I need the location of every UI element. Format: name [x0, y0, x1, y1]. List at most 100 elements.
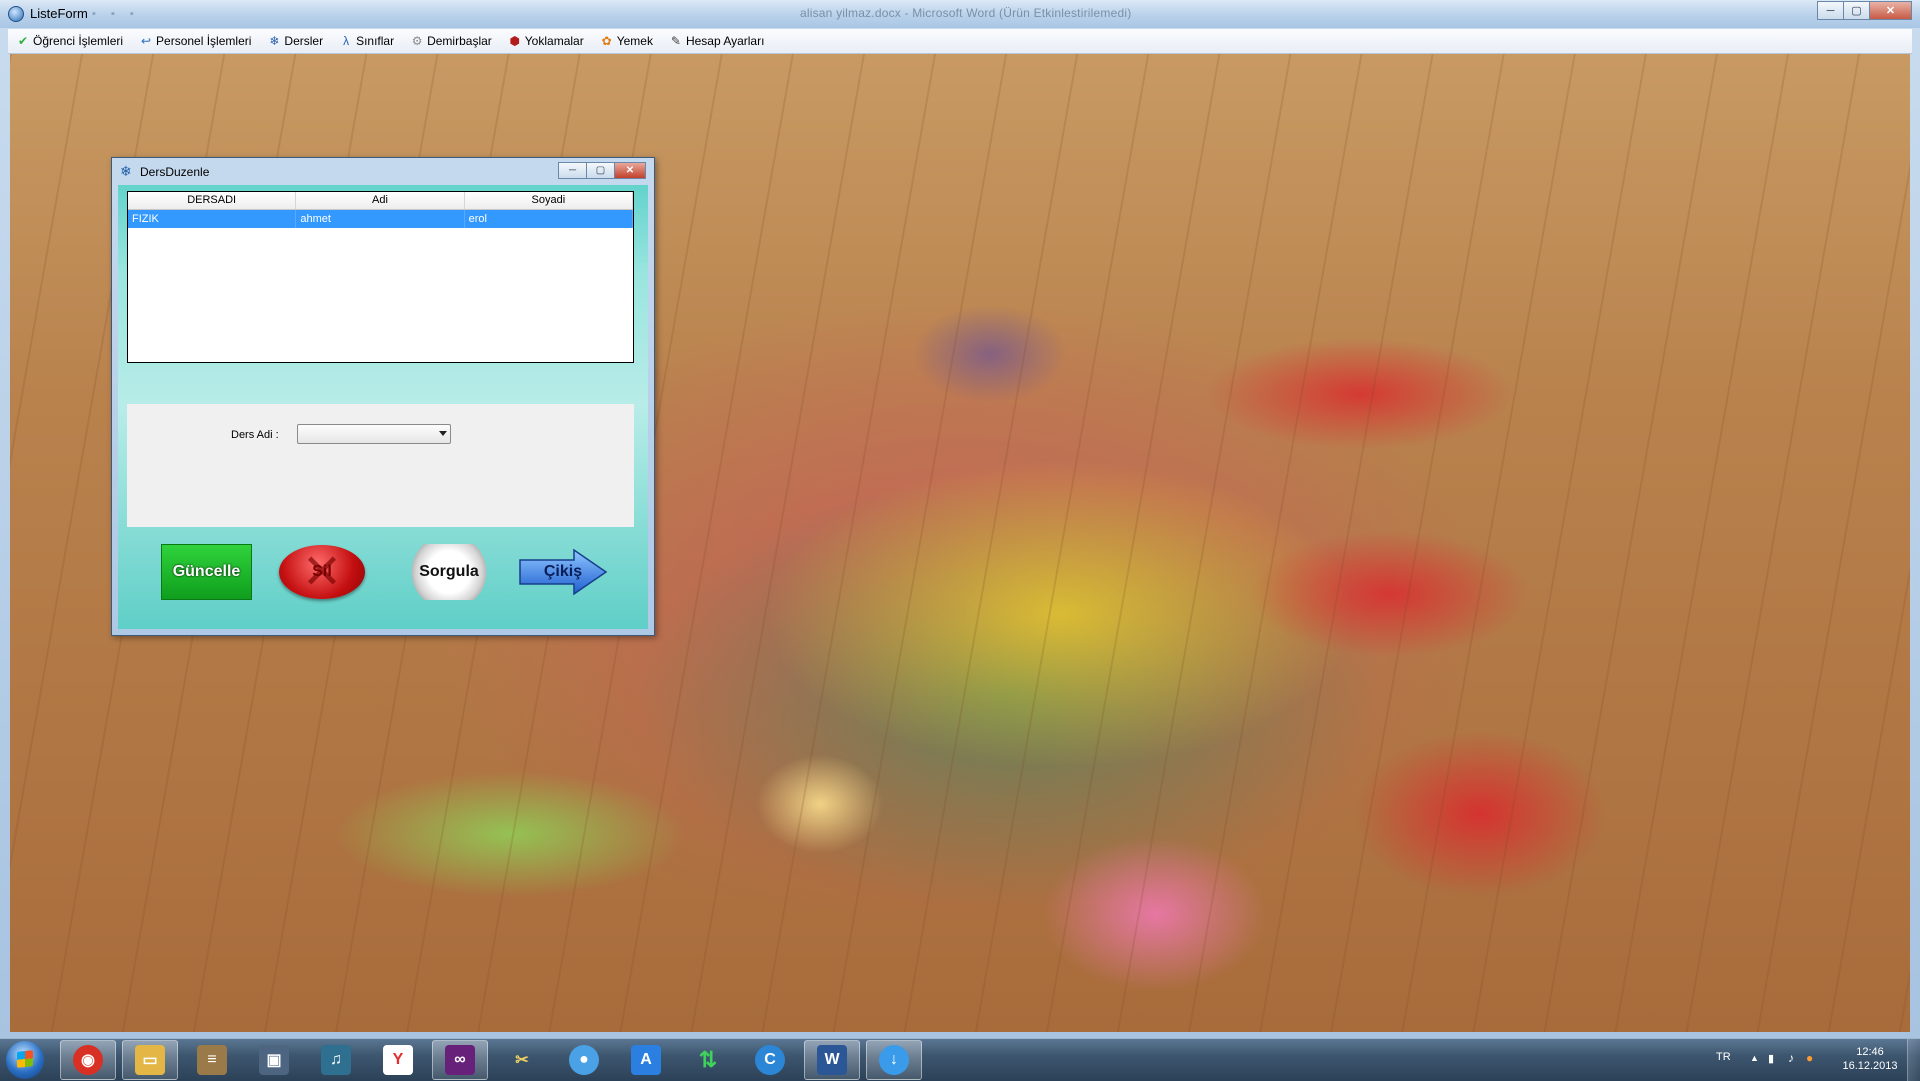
a-icon: A: [631, 1045, 661, 1075]
column-header-adi[interactable]: Adi: [296, 192, 465, 209]
taskbar-media-tool[interactable]: ♫: [308, 1040, 364, 1080]
menu-siniflar[interactable]: λ Sınıflar: [331, 29, 402, 53]
ders-grid[interactable]: DERSADI Adi Soyadi FIZIK ahmet erol: [127, 191, 634, 363]
chat-icon: ●: [569, 1045, 599, 1075]
dialog-close-button[interactable]: ✕: [614, 162, 646, 179]
dialog-controls: ─ ▢ ✕: [558, 162, 646, 179]
volume-icon[interactable]: ♪: [1788, 1051, 1794, 1065]
column-header-soyadi[interactable]: Soyadi: [464, 192, 633, 209]
c-browser-icon: C: [755, 1045, 785, 1075]
menu-label: Demirbaşlar: [427, 34, 492, 48]
menu-hesap-ayarlari[interactable]: ✎ Hesap Ayarları: [661, 29, 773, 53]
table-cell[interactable]: erol: [465, 210, 633, 228]
menu-label: Sınıflar: [356, 34, 395, 48]
taskbar-movie-maker[interactable]: ▣: [246, 1040, 302, 1080]
language-indicator[interactable]: TR: [1716, 1051, 1731, 1063]
ders-adi-select[interactable]: [297, 424, 451, 444]
notepad-icon: ✎: [670, 34, 681, 48]
taskbar-tools[interactable]: ✂: [494, 1040, 550, 1080]
taskbar-chrome[interactable]: ◉: [60, 1040, 116, 1080]
chrome-icon: ◉: [73, 1045, 103, 1075]
lambda-icon: λ: [343, 34, 350, 48]
menu-dersler[interactable]: ❄ Dersler: [259, 29, 331, 53]
grid-header: DERSADI Adi Soyadi: [128, 192, 633, 210]
menu-label: Hesap Ayarları: [685, 34, 765, 48]
menu-demirbaslar[interactable]: ⚙ Demirbaşlar: [402, 29, 500, 53]
folder-icon: ▭: [135, 1045, 165, 1075]
clock[interactable]: 12:46 16.12.2013: [1840, 1045, 1900, 1073]
menu-label: Yemek: [616, 34, 653, 48]
main-window: ListeForm ▪ ▪ ▪ alisan yilmaz.docx - Mic…: [0, 0, 1920, 1038]
menu-label: Personel İşlemleri: [156, 34, 252, 48]
taskbar-word[interactable]: W: [804, 1040, 860, 1080]
word-icon: W: [817, 1045, 847, 1075]
menu-label: Dersler: [284, 34, 324, 48]
sil-label: Sil: [312, 563, 332, 580]
dialog-body: DERSADI Adi Soyadi FIZIK ahmet erol Ders…: [118, 185, 648, 629]
yandex-icon: Y: [383, 1045, 413, 1075]
table-cell[interactable]: FIZIK: [128, 210, 297, 228]
taskbar-download[interactable]: ↓: [866, 1040, 922, 1080]
window-title: ListeForm: [30, 6, 88, 21]
update-icon[interactable]: ●: [1806, 1051, 1813, 1065]
taskbar: ◉ ▭ ≡ ▣ ♫ Y ∞ ✂ ● A ⇅ C W ↓ TR ▲ ▮ ♪ ● 1…: [0, 1038, 1920, 1081]
show-hidden-icons-icon[interactable]: ▲: [1750, 1053, 1759, 1063]
guncelle-button[interactable]: Güncelle: [161, 544, 252, 600]
taskbar-books[interactable]: ≡: [184, 1040, 240, 1080]
snowflake-icon: ❄: [120, 163, 132, 179]
network-icon[interactable]: ▮: [1768, 1052, 1774, 1065]
taskbar-chat[interactable]: ●: [556, 1040, 612, 1080]
start-button[interactable]: [6, 1041, 44, 1079]
tools-icon: ✂: [515, 1052, 529, 1069]
sil-button[interactable]: ✕ Sil: [279, 545, 365, 599]
film-icon: ▣: [259, 1045, 289, 1075]
taskbar-browser-c[interactable]: C: [742, 1040, 798, 1080]
gear-icon: ⚙: [411, 34, 423, 48]
table-cell[interactable]: ahmet: [296, 210, 465, 228]
menu-label: Öğrenci İşlemleri: [33, 34, 124, 48]
taskbar-torrent[interactable]: ⇅: [680, 1040, 736, 1080]
clock-time: 12:46: [1856, 1046, 1884, 1058]
return-arrow-icon: ↩: [141, 34, 152, 48]
app-icon: [8, 6, 24, 22]
table-row[interactable]: FIZIK ahmet erol: [128, 210, 633, 228]
column-header-dersadi[interactable]: DERSADI: [128, 192, 297, 209]
taskbar-yandex[interactable]: Y: [370, 1040, 426, 1080]
menu-personel-islemleri[interactable]: ↩ Personel İşlemleri: [131, 29, 259, 53]
books-icon: ≡: [197, 1045, 227, 1075]
arrows-updown-icon: ⇅: [698, 1047, 718, 1072]
show-desktop-button[interactable]: [1907, 1039, 1920, 1081]
menu-yoklamalar[interactable]: ⬢ Yoklamalar: [500, 29, 592, 53]
cikis-label: Çikiş: [543, 563, 583, 580]
menu-ogrenci-islemleri[interactable]: ✔ Öğrenci İşlemleri: [8, 29, 131, 53]
ders-duzenle-dialog: ❄ DersDuzenle ─ ▢ ✕ DERSADI Adi Soyadi F…: [111, 157, 655, 636]
dialog-minimize-button[interactable]: ─: [558, 162, 587, 179]
clock-date: 16.12.2013: [1842, 1060, 1898, 1072]
main-titlebar[interactable]: ListeForm ▪ ▪ ▪ alisan yilmaz.docx - Mic…: [0, 0, 1920, 28]
quick-access-icons: ▪ ▪ ▪: [92, 8, 140, 20]
taskbar-visual-studio[interactable]: ∞: [432, 1040, 488, 1080]
sorgula-button[interactable]: Sorgula: [404, 544, 494, 600]
media-icon: ♫: [321, 1045, 351, 1075]
minimize-button[interactable]: ─: [1817, 1, 1844, 20]
dialog-maximize-button[interactable]: ▢: [586, 162, 615, 179]
food-icon: ✿: [601, 34, 612, 48]
menu-label: Yoklamalar: [524, 34, 584, 48]
shield-icon: ⬢: [509, 34, 521, 48]
taskbar-app-store[interactable]: A: [618, 1040, 674, 1080]
dialog-title: DersDuzenle: [140, 165, 210, 179]
maximize-button[interactable]: ▢: [1843, 1, 1870, 20]
sorgula-label: Sorgula: [419, 563, 479, 580]
taskbar-explorer[interactable]: ▭: [122, 1040, 178, 1080]
windows-logo-icon: [17, 1050, 33, 1068]
green-check-icon: ✔: [17, 34, 29, 48]
ders-adi-label: Ders Adi :: [231, 429, 279, 441]
edit-panel: Ders Adi :: [127, 404, 634, 527]
dialog-titlebar[interactable]: ❄ DersDuzenle ─ ▢ ✕: [112, 158, 654, 184]
close-button[interactable]: ✕: [1869, 1, 1912, 20]
cikis-button[interactable]: Çikiş: [518, 544, 608, 600]
download-icon: ↓: [879, 1045, 909, 1075]
menu-yemek[interactable]: ✿ Yemek: [592, 29, 661, 53]
background-window-title: alisan yilmaz.docx - Microsoft Word (Ürü…: [800, 6, 1132, 20]
system-tray: TR ▲ ▮ ♪ ● 12:46 16.12.2013: [1690, 1039, 1920, 1081]
